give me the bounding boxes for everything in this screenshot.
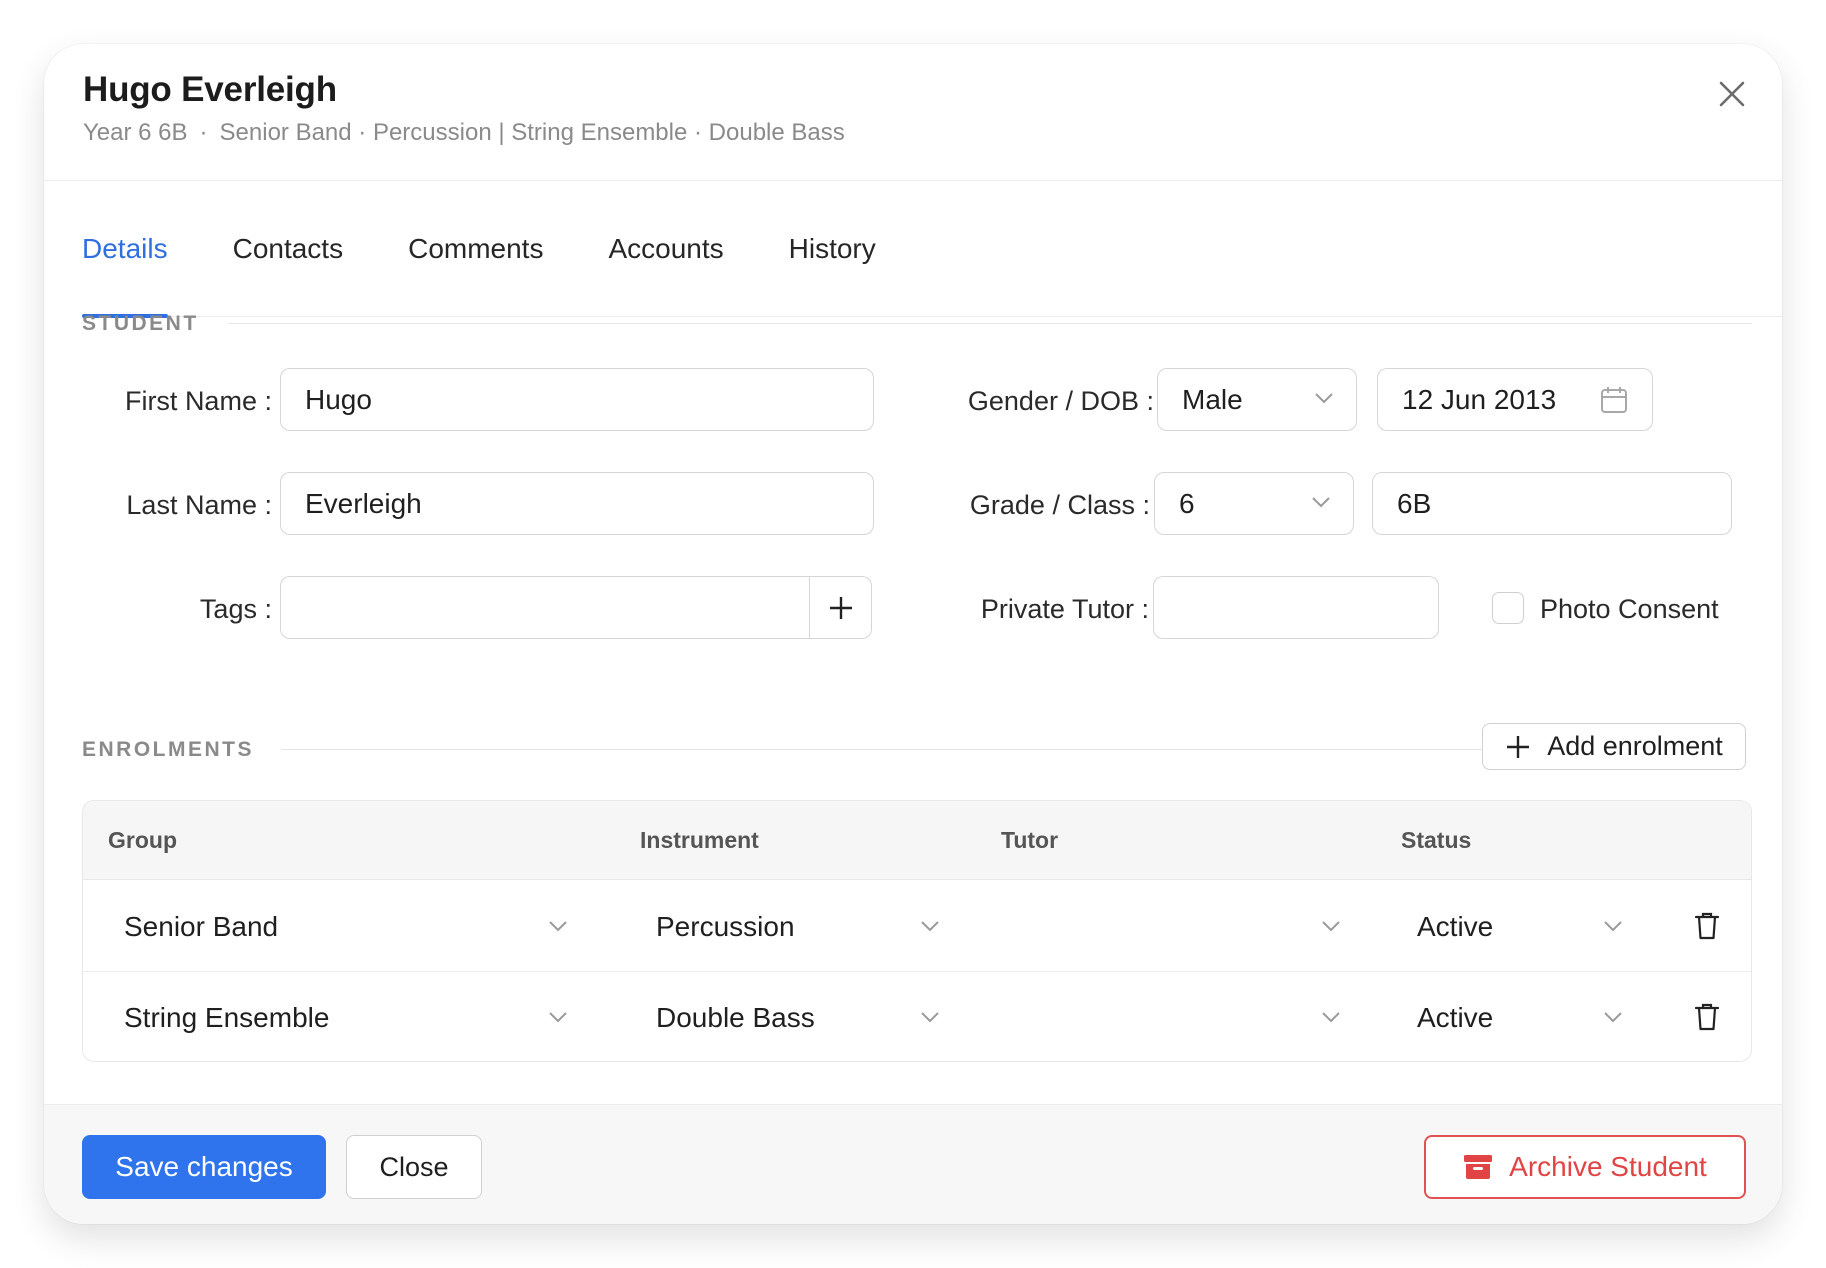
- tab-comments[interactable]: Comments: [408, 181, 543, 317]
- first-name-value: Hugo: [305, 383, 372, 415]
- section-divider: [228, 323, 1752, 324]
- table-header: Group Instrument Tutor Status: [83, 801, 1751, 880]
- enrolments-table: Group Instrument Tutor Status Senior Ban…: [82, 800, 1752, 1062]
- chevron-down-icon: [549, 921, 567, 932]
- chevron-down-icon: [921, 921, 939, 932]
- column-header-tutor: Tutor: [1001, 827, 1059, 853]
- modal-footer: Save changes Close Archive Student: [44, 1104, 1782, 1224]
- photo-consent-label: Photo Consent: [1540, 594, 1719, 624]
- tutor-select[interactable]: [1001, 881, 1353, 972]
- subtitle-enrolments: Senior Band · Percussion | String Ensemb…: [219, 119, 845, 146]
- instrument-value: Percussion: [656, 910, 795, 942]
- label-colon: :: [264, 386, 272, 416]
- page-title: Hugo Everleigh: [83, 70, 337, 109]
- close-button[interactable]: Close: [346, 1135, 482, 1199]
- instrument-select[interactable]: Percussion: [656, 881, 952, 972]
- tags-input[interactable]: [280, 576, 872, 639]
- instrument-select[interactable]: Double Bass: [656, 972, 952, 1061]
- chevron-down-icon: [549, 1012, 567, 1023]
- gender-select[interactable]: Male: [1157, 368, 1357, 431]
- chevron-down-icon: [1604, 1012, 1622, 1023]
- grade-select[interactable]: 6: [1154, 472, 1354, 535]
- save-button[interactable]: Save changes: [82, 1135, 326, 1199]
- calendar-icon[interactable]: [1600, 386, 1628, 414]
- photo-consent-checkbox[interactable]: [1492, 592, 1524, 624]
- chevron-down-icon: [921, 1012, 939, 1023]
- private-tutor-input[interactable]: [1153, 576, 1439, 639]
- label-colon: :: [264, 490, 272, 520]
- gender-dob-label-text: Gender / DOB: [967, 386, 1139, 416]
- status-value: Active: [1417, 910, 1494, 942]
- label-colon: :: [1141, 594, 1149, 624]
- subtitle-year-class: Year 6 6B: [83, 119, 188, 146]
- class-value: 6B: [1397, 487, 1432, 519]
- private-tutor-label: Private Tutor :: [981, 594, 1149, 625]
- first-name-input[interactable]: Hugo: [280, 368, 874, 431]
- table-row: String Ensemble Double Bass Active: [83, 972, 1751, 1061]
- plus-icon: [829, 596, 852, 619]
- group-select[interactable]: String Ensemble: [124, 972, 580, 1061]
- student-subtitle: Year 6 6B · Senior Band · Percussion | Str…: [83, 119, 845, 147]
- column-header-group: Group: [108, 827, 177, 853]
- last-name-input[interactable]: Everleigh: [280, 472, 874, 535]
- tab-contacts[interactable]: Contacts: [233, 181, 344, 317]
- tab-bar: Details Contacts Comments Accounts Histo…: [82, 181, 1782, 318]
- chevron-down-icon: [1604, 921, 1622, 932]
- column-header-status: Status: [1401, 827, 1472, 853]
- status-select[interactable]: Active: [1417, 881, 1635, 972]
- column-header-instrument: Instrument: [640, 827, 759, 853]
- section-divider: [281, 749, 1489, 750]
- tab-accounts[interactable]: Accounts: [608, 181, 723, 317]
- plus-icon: [1507, 735, 1530, 758]
- chevron-down-icon: [1312, 497, 1330, 508]
- archive-icon: [1464, 1155, 1493, 1179]
- label-colon: :: [264, 594, 272, 624]
- status-value: Active: [1417, 1001, 1494, 1033]
- group-value: Senior Band: [124, 910, 279, 942]
- section-label-enrolments: ENROLMENTS: [82, 738, 254, 761]
- tutor-select[interactable]: [1001, 972, 1353, 1061]
- close-icon[interactable]: [1712, 74, 1752, 114]
- tab-details[interactable]: Details: [82, 181, 168, 318]
- modal-header: Hugo Everleigh Year 6 6B · Senior Band · P…: [44, 44, 1782, 181]
- group-value: String Ensemble: [124, 1001, 330, 1033]
- add-enrolment-label: Add enrolment: [1547, 731, 1723, 761]
- chevron-down-icon: [1322, 921, 1340, 932]
- chevron-down-icon: [1322, 1012, 1340, 1023]
- tags-label-text: Tags: [199, 594, 257, 624]
- section-label-student: STUDENT: [82, 312, 199, 335]
- gender-dob-label: Gender / DOB :: [968, 386, 1154, 417]
- tab-history[interactable]: History: [789, 181, 876, 317]
- table-row: Senior Band Percussion Active: [83, 881, 1751, 972]
- last-name-label-text: Last Name: [126, 490, 257, 520]
- last-name-label: Last Name :: [126, 490, 272, 521]
- status-select[interactable]: Active: [1417, 972, 1635, 1061]
- instrument-value: Double Bass: [656, 1001, 815, 1033]
- first-name-label-text: First Name: [124, 386, 257, 416]
- group-select[interactable]: Senior Band: [124, 881, 580, 972]
- grade-value: 6: [1179, 487, 1195, 519]
- archive-student-label: Archive Student: [1509, 1151, 1707, 1182]
- add-enrolment-button[interactable]: Add enrolment: [1482, 723, 1746, 770]
- class-input[interactable]: 6B: [1372, 472, 1732, 535]
- grade-class-label-text: Grade / Class: [969, 490, 1135, 520]
- dob-value: 12 Jun 2013: [1402, 383, 1557, 415]
- private-tutor-label-text: Private Tutor: [980, 594, 1134, 624]
- label-colon: :: [1146, 386, 1154, 416]
- archive-student-button[interactable]: Archive Student: [1424, 1135, 1746, 1199]
- tags-label: Tags :: [200, 594, 272, 625]
- last-name-value: Everleigh: [305, 487, 422, 519]
- gender-value: Male: [1182, 383, 1243, 415]
- add-tag-button[interactable]: [809, 577, 871, 638]
- trash-icon[interactable]: [1694, 911, 1720, 941]
- dob-input[interactable]: 12 Jun 2013: [1377, 368, 1653, 431]
- first-name-label: First Name :: [125, 386, 272, 417]
- subtitle-separator: ·: [199, 119, 208, 146]
- grade-class-label: Grade / Class :: [970, 490, 1150, 521]
- student-modal: Hugo Everleigh Year 6 6B · Senior Band · P…: [44, 44, 1782, 1224]
- label-colon: :: [1142, 490, 1150, 520]
- trash-icon[interactable]: [1694, 1002, 1720, 1032]
- chevron-down-icon: [1315, 393, 1333, 404]
